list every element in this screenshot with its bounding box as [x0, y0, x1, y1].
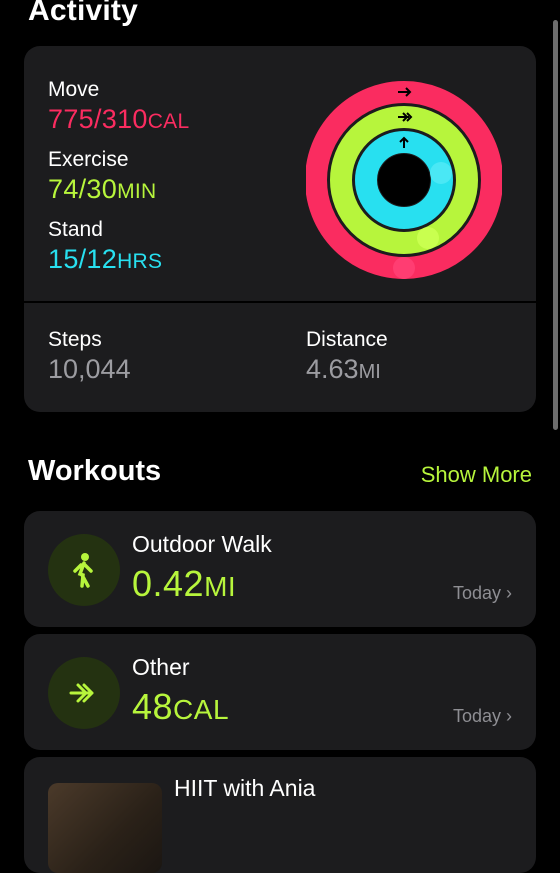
workout-date: Today › — [453, 706, 512, 727]
move-value: 775/310CAL — [48, 104, 189, 135]
workout-name: Outdoor Walk — [132, 531, 272, 557]
stand-value-number: 15/12 — [48, 244, 118, 274]
move-value-unit: CAL — [147, 110, 190, 133]
show-more-button[interactable]: Show More — [421, 462, 532, 488]
workout-card-hiit[interactable]: HIIT with Ania — [24, 757, 536, 873]
workout-date-text: Today — [452, 583, 501, 603]
exercise-label: Exercise — [48, 148, 129, 171]
workout-icon-circle — [48, 657, 120, 729]
workout-value: 0.42MI — [132, 563, 236, 605]
workout-value: 48CAL — [132, 686, 229, 728]
walking-figure-icon — [73, 553, 93, 588]
chevron-right-icon: › — [506, 583, 512, 603]
workout-value-unit: MI — [204, 571, 237, 602]
exercise-value-number: 74/30 — [48, 174, 118, 204]
move-metric: Move 775/310CAL — [48, 78, 189, 135]
distance-value-unit: MI — [358, 361, 381, 383]
workout-date-text: Today — [452, 706, 501, 726]
distance-value-number: 4.63 — [306, 354, 359, 384]
workout-value-unit: CAL — [173, 694, 230, 725]
workout-value-number: 0.42 — [132, 563, 205, 604]
workouts-section-title: Workouts — [28, 455, 162, 487]
distance-stat: Distance 4.63MI — [306, 328, 388, 385]
double-arrow-icon — [69, 683, 94, 703]
workout-card-other[interactable]: Other 48CAL Today › — [24, 634, 536, 750]
exercise-metric: Exercise 74/30MIN — [48, 148, 156, 205]
video-thumbnail — [48, 783, 162, 873]
activity-summary-card[interactable]: Move 775/310CAL Exercise 74/30MIN Stand … — [24, 46, 536, 412]
page-title: Activity — [28, 0, 138, 27]
workout-value-number: 48 — [132, 686, 174, 727]
exercise-value-unit: MIN — [117, 180, 157, 203]
stand-value-unit: HRS — [117, 250, 163, 273]
move-value-number: 775/310 — [48, 104, 148, 134]
steps-stat: Steps 10,044 — [48, 328, 131, 385]
activity-rings — [306, 81, 502, 279]
move-label: Move — [48, 78, 100, 101]
workout-name: HIIT with Ania — [174, 775, 316, 801]
stand-label: Stand — [48, 218, 103, 241]
workout-icon-circle — [48, 534, 120, 606]
steps-label: Steps — [48, 328, 102, 351]
stand-value: 15/12HRS — [48, 244, 162, 275]
workout-name: Other — [132, 654, 190, 680]
distance-label: Distance — [306, 328, 388, 351]
distance-value: 4.63MI — [306, 354, 388, 385]
stand-metric: Stand 15/12HRS — [48, 218, 162, 275]
steps-value: 10,044 — [48, 354, 131, 384]
workout-date: Today › — [453, 583, 512, 604]
workout-card-outdoor-walk[interactable]: Outdoor Walk 0.42MI Today › — [24, 511, 536, 627]
card-divider — [24, 301, 536, 303]
exercise-value: 74/30MIN — [48, 174, 156, 205]
chevron-right-icon: › — [506, 706, 512, 726]
scrollbar[interactable] — [553, 20, 558, 430]
